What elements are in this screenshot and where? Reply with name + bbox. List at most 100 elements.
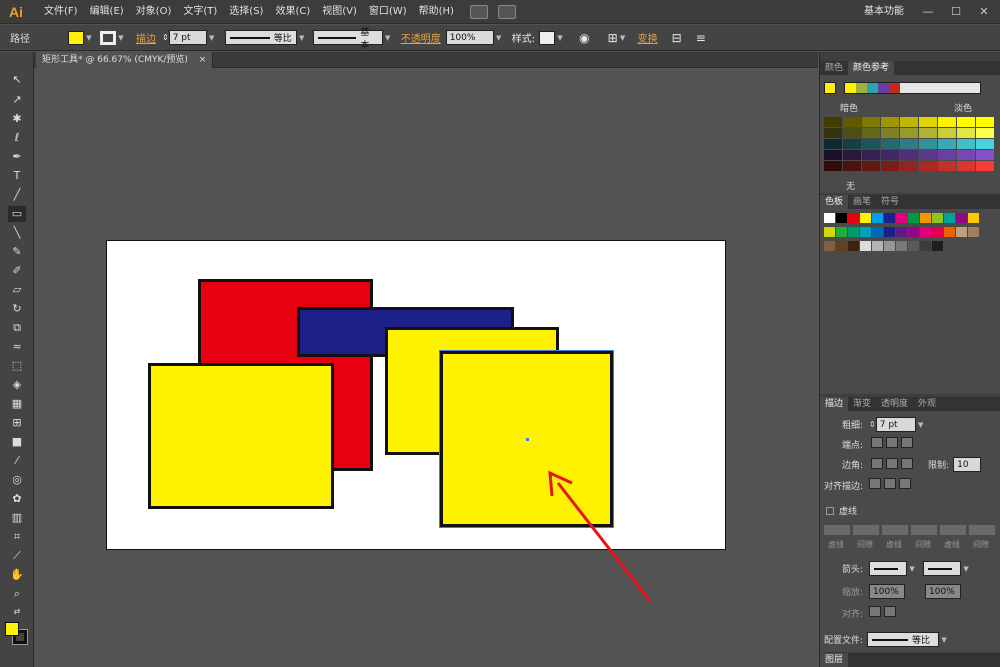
- color-guide-cell[interactable]: [919, 139, 937, 149]
- color-guide-cell[interactable]: [938, 161, 956, 171]
- artboard-tool-icon[interactable]: ⌗: [8, 529, 26, 545]
- swatch-cell[interactable]: [920, 241, 931, 251]
- harmony-rule-strip[interactable]: [844, 82, 981, 94]
- swatch-cell[interactable]: [848, 241, 859, 251]
- menu-type[interactable]: 文字(T): [177, 0, 223, 24]
- swatch-cell[interactable]: [872, 241, 883, 251]
- round-cap-icon[interactable]: [886, 437, 899, 448]
- color-guide-cell[interactable]: [881, 128, 899, 138]
- chevron-down-icon[interactable]: ▼: [555, 34, 565, 42]
- menu-window[interactable]: 窗口(W): [363, 0, 413, 24]
- tab-appearance[interactable]: 外观: [913, 397, 941, 411]
- chevron-down-icon[interactable]: ▼: [961, 565, 971, 573]
- profile-select[interactable]: 等比: [867, 632, 940, 647]
- color-guide-cell[interactable]: [862, 161, 880, 171]
- swatch-cell[interactable]: [860, 213, 871, 223]
- tab-symbols[interactable]: 符号: [876, 195, 904, 209]
- stroke-link[interactable]: 描边: [136, 30, 156, 45]
- tab-color[interactable]: 颜色: [820, 61, 848, 75]
- color-guide-cell[interactable]: [843, 161, 861, 171]
- blob-brush-tool-icon[interactable]: ✐: [8, 263, 26, 279]
- swatch-cell[interactable]: [920, 227, 931, 237]
- close-icon[interactable]: ✕: [970, 2, 998, 20]
- color-guide-cell[interactable]: [881, 139, 899, 149]
- tab-stroke[interactable]: 描边: [820, 397, 849, 411]
- swatch-cell[interactable]: [896, 241, 907, 251]
- color-guide-cell[interactable]: [976, 139, 994, 149]
- color-guide-cell[interactable]: [881, 150, 899, 160]
- perspective-grid-tool-icon[interactable]: ▦: [8, 396, 26, 412]
- color-guide-cell[interactable]: [881, 161, 899, 171]
- swatch-cell[interactable]: [968, 227, 979, 237]
- swatch-cell[interactable]: [884, 213, 895, 223]
- swatch-cell[interactable]: [860, 241, 871, 251]
- swatch-cell[interactable]: [932, 227, 943, 237]
- swatch-cell[interactable]: [932, 241, 943, 251]
- fill-swatch[interactable]: [68, 30, 84, 45]
- swap-fill-stroke-icon[interactable]: ⇄: [8, 604, 26, 620]
- color-guide-cell[interactable]: [862, 128, 880, 138]
- arrow-tip-beyond-icon[interactable]: [869, 606, 882, 617]
- end-scale-input[interactable]: 100%: [925, 584, 962, 599]
- menu-edit[interactable]: 编辑(E): [84, 0, 130, 24]
- color-guide-cell[interactable]: [900, 150, 918, 160]
- mesh-tool-icon[interactable]: ⊞: [8, 415, 26, 431]
- arrange-documents-icon[interactable]: [497, 4, 516, 19]
- gradient-tool-icon[interactable]: ■: [8, 434, 26, 450]
- color-guide-cell[interactable]: [900, 161, 918, 171]
- color-guide-cell[interactable]: [843, 117, 861, 127]
- arrow-tip-at-end-icon[interactable]: [884, 606, 897, 617]
- brush-definition[interactable]: 基本: [312, 28, 383, 51]
- swatch-cell[interactable]: [908, 213, 919, 223]
- swatch-cell[interactable]: [908, 241, 919, 251]
- hand-tool-icon[interactable]: ✋: [8, 567, 26, 583]
- isolate-icon[interactable]: ⊟: [672, 31, 682, 45]
- chevron-down-icon[interactable]: ▼: [939, 636, 949, 644]
- color-guide-grid[interactable]: [824, 117, 996, 172]
- color-guide-cell[interactable]: [900, 139, 918, 149]
- align-grid-icon[interactable]: ⊞: [608, 31, 618, 45]
- magic-wand-tool-icon[interactable]: ✱: [8, 111, 26, 127]
- swatch-cell[interactable]: [884, 241, 895, 251]
- swatch-cell[interactable]: [824, 213, 835, 223]
- swatch-cell[interactable]: [860, 227, 871, 237]
- color-guide-cell[interactable]: [862, 139, 880, 149]
- swatch-cell[interactable]: [896, 213, 907, 223]
- limit-input[interactable]: 10: [953, 457, 982, 472]
- color-guide-cell[interactable]: [843, 128, 861, 138]
- chevron-down-icon[interactable]: ▼: [618, 34, 628, 42]
- menu-effect[interactable]: 效果(C): [269, 0, 316, 24]
- eraser-tool-icon[interactable]: ▱: [8, 282, 26, 298]
- maximize-icon[interactable]: ☐: [942, 2, 970, 20]
- swatch-cell[interactable]: [848, 227, 859, 237]
- swatch-cell[interactable]: [896, 227, 907, 237]
- miter-join-icon[interactable]: [871, 457, 884, 469]
- dash-1-field[interactable]: [824, 525, 850, 535]
- gap-1-field[interactable]: [853, 525, 879, 535]
- swatch-cell[interactable]: [932, 213, 943, 223]
- swatch-grid[interactable]: [824, 213, 984, 255]
- color-guide-cell[interactable]: [919, 150, 937, 160]
- swatch-cell[interactable]: [944, 227, 955, 237]
- pencil-tool-icon[interactable]: ✎: [8, 244, 26, 260]
- slice-tool-icon[interactable]: ⟋: [8, 548, 26, 564]
- align-inside-icon[interactable]: [884, 478, 897, 489]
- swatch-cell[interactable]: [908, 227, 919, 237]
- workspace-switcher[interactable]: 基本功能: [864, 0, 904, 24]
- stroke-swatch[interactable]: [100, 30, 116, 45]
- swatch-cell[interactable]: [824, 227, 835, 237]
- dash-2-field[interactable]: [882, 525, 908, 535]
- square-cap-icon[interactable]: [901, 437, 914, 448]
- color-guide-cell[interactable]: [843, 139, 861, 149]
- color-guide-cell[interactable]: [824, 150, 842, 160]
- swatch-cell[interactable]: [836, 227, 847, 237]
- rotate-tool-icon[interactable]: ↻: [8, 301, 26, 317]
- bridge-icon[interactable]: [469, 4, 488, 19]
- align-center-icon[interactable]: [869, 478, 882, 489]
- tab-color-guide[interactable]: 颜色参考: [848, 61, 895, 75]
- swatch-cell[interactable]: [836, 213, 847, 223]
- width-tool-icon[interactable]: ≈: [8, 339, 26, 355]
- swatch-cell[interactable]: [824, 241, 835, 251]
- free-transform-tool-icon[interactable]: ⬚: [8, 358, 26, 374]
- color-guide-cell[interactable]: [957, 117, 975, 127]
